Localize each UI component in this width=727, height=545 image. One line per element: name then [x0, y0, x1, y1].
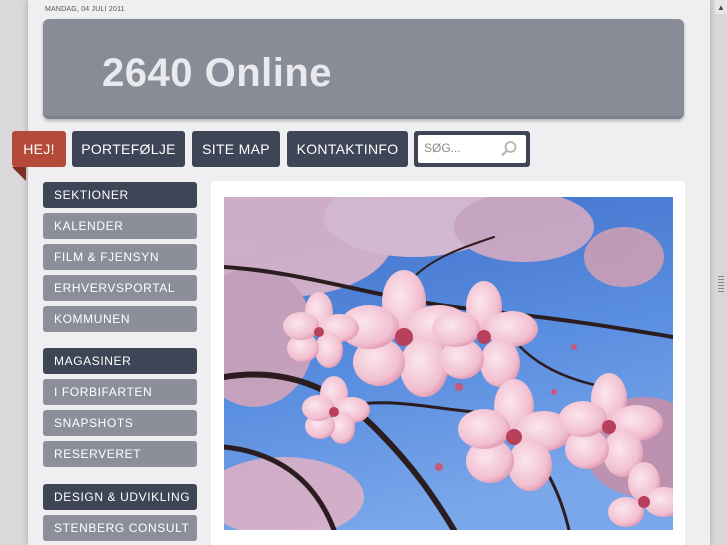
search-box: [414, 131, 530, 167]
search-input[interactable]: [418, 135, 500, 161]
sidebar-heading-sektioner[interactable]: SEKTIONER: [43, 182, 197, 208]
nav-item-hej[interactable]: HEJ!: [12, 131, 66, 167]
sidebar-heading-magasiner[interactable]: MAGASINER: [43, 348, 197, 374]
sidebar-item-erhvervsportal[interactable]: ERHVERVSPORTAL: [43, 275, 197, 301]
sidebar-item-kommunen[interactable]: KOMMUNEN: [43, 306, 197, 332]
sidebar-item-reserveret[interactable]: RESERVERET: [43, 441, 197, 467]
page-scrollbar[interactable]: ▲: [715, 0, 727, 545]
search-icon[interactable]: [500, 140, 518, 158]
sidebar-heading-design-udvikling[interactable]: DESIGN & UDVIKLING: [43, 484, 197, 510]
date-label: MANDAG, 04 JULI 2011: [45, 6, 125, 13]
sidebar-item-film-fjensyn[interactable]: FILM & FJENSYN: [43, 244, 197, 270]
search-field-wrap: [418, 135, 526, 163]
site-title[interactable]: 2640 Online: [102, 51, 332, 96]
cherry-blossom-photo: [224, 197, 673, 530]
site-header: 2640 Online: [43, 19, 684, 119]
sidebar-item-stenberg-consult[interactable]: STENBERG CONSULT: [43, 515, 197, 541]
scroll-grip[interactable]: [718, 276, 724, 294]
sidebar-item-snapshots[interactable]: SNAPSHOTS: [43, 410, 197, 436]
nav-item-site-map[interactable]: SITE MAP: [192, 131, 280, 167]
scroll-up-arrow-icon[interactable]: ▲: [715, 0, 727, 14]
nav-item-kontaktinfo[interactable]: KONTAKTINFO: [287, 131, 408, 167]
sidebar-item-kalender[interactable]: KALENDER: [43, 213, 197, 239]
sidebar-item-i-forbifarten[interactable]: I FORBIFARTEN: [43, 379, 197, 405]
nav-active-fold: [12, 167, 26, 181]
nav-item-portefolje[interactable]: PORTEFØLJE: [72, 131, 185, 167]
